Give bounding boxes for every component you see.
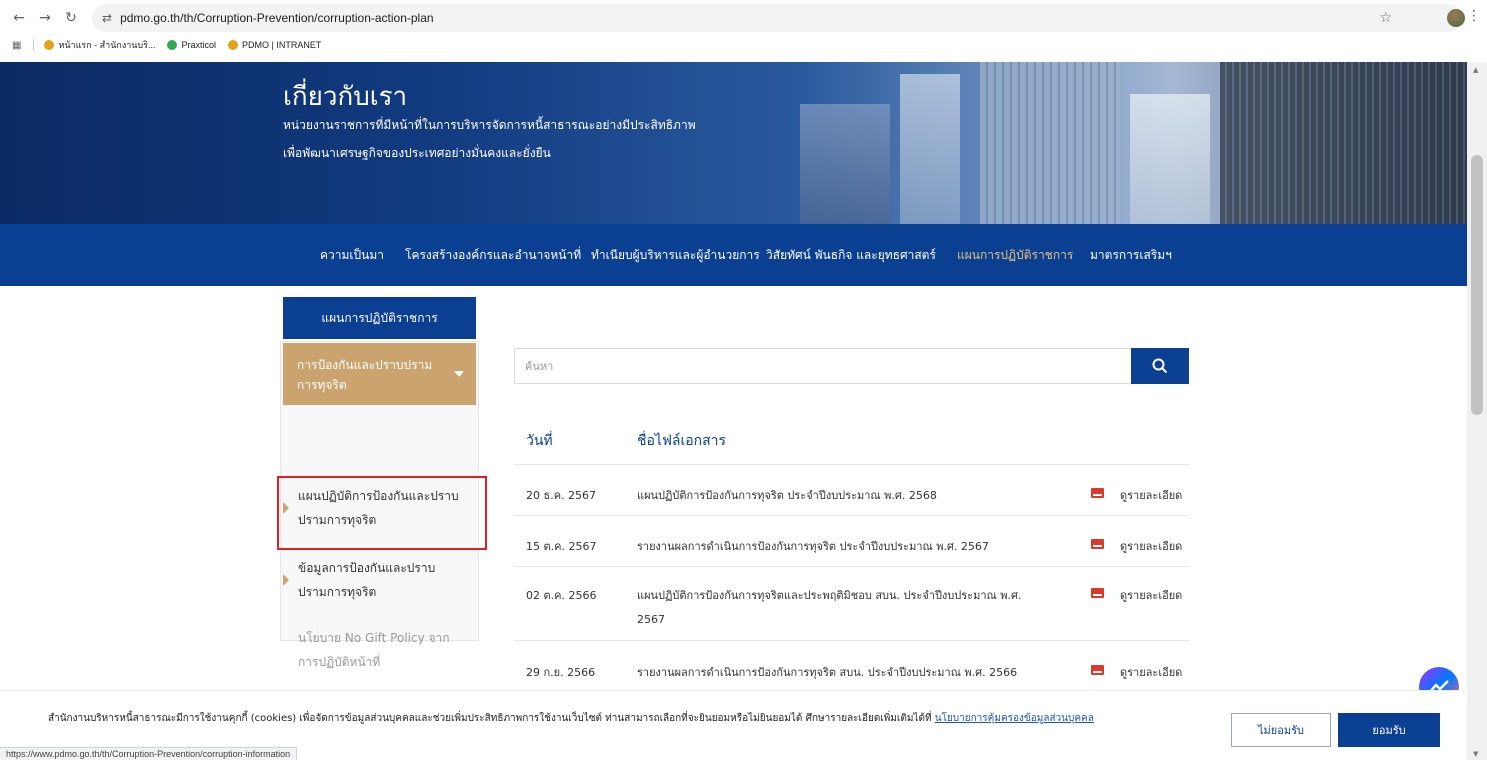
bookmark-intranet[interactable]: PDMO | INTRANET — [228, 40, 321, 50]
bookmark-favicon-icon — [167, 40, 178, 50]
accept-cookies-button[interactable]: ยอมรับ — [1338, 713, 1440, 747]
sidebar-item-label: ข้อมูลการป้องกันและปราบปรามการทุจริต — [298, 561, 436, 599]
browser-toolbar: ← → ↻ ⇄ pdmo.go.th/th/Corruption-Prevent… — [0, 0, 1487, 36]
row-title: รายงานผลการดำเนินการป้องกันการทุจริต ประ… — [637, 540, 989, 553]
profile-avatar[interactable] — [1447, 9, 1465, 27]
search-button[interactable] — [1131, 348, 1189, 384]
scrollbar-thumb[interactable] — [1471, 155, 1483, 415]
hero-building-image — [900, 74, 960, 224]
nav-item-action-plan[interactable]: แผนการปฏิบัติราชการ — [957, 246, 1073, 265]
pdf-icon — [1091, 488, 1104, 498]
top-navigation: ความเป็นมา โครงสร้างองค์กรและอำนาจหน้าที… — [0, 224, 1467, 286]
pdf-icon — [1091, 665, 1104, 675]
row-date: 15 ต.ค. 2567 — [526, 540, 597, 553]
sidebar-category-label: การป้องกันและปราบปรามการทุจริต — [297, 358, 433, 392]
sidebar-item-information[interactable]: ข้อมูลการป้องกันและปราบปรามการทุจริต — [283, 556, 476, 604]
sidebar-item-label: นโยบาย No Gift Policy จากการปฏิบัติหน้าท… — [298, 631, 450, 669]
forward-icon[interactable]: → — [34, 7, 56, 29]
status-bar-url: https://www.pdmo.go.th/th/Corruption-Pre… — [0, 747, 298, 760]
column-header-filename: ชื่อไฟล์เอกสาร — [637, 433, 727, 449]
back-icon[interactable]: ← — [8, 7, 30, 29]
search-icon — [1152, 358, 1168, 374]
nav-item-structure[interactable]: โครงสร้างองค์กรและอำนาจหน้าที่ — [405, 246, 581, 265]
scroll-down-arrow-icon[interactable]: ▼ — [1473, 750, 1478, 758]
bookmarks-bar: ▦ หน้าแรก - สำนักงานบริ... Praxticol PDM… — [0, 36, 1487, 54]
bookmark-label: PDMO | INTRANET — [242, 40, 322, 50]
view-detail-link[interactable]: ดูรายละเอียด — [1120, 663, 1182, 681]
row-date: 02 ต.ค. 2566 — [526, 589, 597, 602]
browser-menu-icon[interactable]: ⋮ — [1467, 8, 1481, 24]
bookmark-favicon-icon — [228, 40, 238, 50]
url-text: pdmo.go.th/th/Corruption-Prevention/corr… — [120, 11, 434, 25]
scroll-up-arrow-icon[interactable]: ▲ — [1473, 66, 1478, 74]
search-field[interactable] — [514, 348, 1132, 384]
apps-grid-icon[interactable]: ▦ — [12, 40, 21, 51]
row-title: รายงานผลการดำเนินการป้องกันการทุจริต สบน… — [637, 666, 1018, 679]
hero-building-image — [1220, 62, 1467, 224]
column-header-date: วันที่ — [526, 433, 553, 449]
search-input[interactable] — [515, 349, 1131, 383]
sidebar-category[interactable]: การป้องกันและปราบปรามการทุจริต — [283, 343, 476, 405]
table-divider — [514, 464, 1189, 465]
hero-subtitle: เพื่อพัฒนาเศรษฐกิจของประเทศอย่างมั่นคงแล… — [283, 146, 551, 160]
sidebar-item-no-gift-policy[interactable]: นโยบาย No Gift Policy จากการปฏิบัติหน้าท… — [283, 626, 476, 674]
page-viewport: เกี่ยวกับเรา หน่วยงานราชการที่มีหน้าที่ใ… — [0, 62, 1467, 760]
table-divider — [514, 566, 1189, 567]
bookmark-star-icon[interactable]: ☆ — [1379, 10, 1392, 26]
view-detail-link[interactable]: ดูรายละเอียด — [1120, 537, 1182, 555]
nav-item-executives[interactable]: ทำเนียบผู้บริหารและผู้อำนวยการ — [591, 246, 760, 265]
nav-item-vision[interactable]: วิสัยทัศน์ พันธกิจ และยุทธศาสตร์ — [766, 246, 936, 265]
highlight-box — [277, 476, 487, 550]
table-divider — [514, 515, 1189, 516]
hero-banner: เกี่ยวกับเรา หน่วยงานราชการที่มีหน้าที่ใ… — [0, 62, 1467, 224]
row-title: แผนปฏิบัติการป้องกันการทุจริต ประจำปีงบป… — [637, 489, 937, 502]
row-date: 20 ธ.ค. 2567 — [526, 489, 597, 502]
pdf-icon — [1091, 539, 1104, 549]
bookmarks-separator — [33, 39, 35, 51]
bookmark-label: Praxticol — [181, 40, 216, 50]
caret-down-icon — [454, 371, 464, 377]
cookie-text: สำนักงานบริหารหนี้สาธารณะมีการใช้งานคุกก… — [48, 711, 1094, 726]
nav-item-measures[interactable]: มาตรการเสริมฯ — [1090, 246, 1172, 265]
row-title-continued: 2567 — [637, 613, 665, 626]
row-title: แผนปฏิบัติการป้องกันการทุจริตและประพฤติม… — [637, 589, 1022, 602]
pdf-icon — [1091, 588, 1104, 598]
decline-cookies-button[interactable]: ไม่ยอมรับ — [1231, 713, 1331, 747]
bookmark-label: หน้าแรก - สำนักงานบริ... — [58, 40, 156, 50]
site-info-icon[interactable]: ⇄ — [102, 11, 112, 25]
privacy-policy-link[interactable]: นโยบายการคุ้มครองข้อมูลส่วนบุคคล — [935, 713, 1094, 724]
bookmark-praxticol[interactable]: Praxticol — [167, 40, 216, 50]
bookmark-favicon-icon — [44, 40, 55, 50]
sidebar-header: แผนการปฏิบัติราชการ — [283, 297, 476, 339]
address-bar[interactable]: ⇄ pdmo.go.th/th/Corruption-Prevention/co… — [92, 4, 1462, 32]
cookie-message: สำนักงานบริหารหนี้สาธารณะมีการใช้งานคุกก… — [48, 713, 935, 724]
bookmark-home[interactable]: หน้าแรก - สำนักงานบริ... — [44, 38, 155, 52]
table-divider — [514, 640, 1189, 641]
nav-item-history[interactable]: ความเป็นมา — [320, 246, 384, 265]
view-detail-link[interactable]: ดูรายละเอียด — [1120, 586, 1182, 604]
reload-icon[interactable]: ↻ — [60, 7, 82, 29]
hero-building-image — [1130, 94, 1210, 224]
row-date: 29 ก.ย. 2566 — [526, 666, 596, 679]
hero-title: เกี่ยวกับเรา — [283, 82, 408, 112]
hero-subtitle: หน่วยงานราชการที่มีหน้าที่ในการบริหารจัด… — [283, 118, 696, 132]
triangle-marker-icon — [283, 574, 289, 586]
hero-building-image — [980, 62, 1120, 224]
view-detail-link[interactable]: ดูรายละเอียด — [1120, 486, 1182, 504]
hero-building-image — [800, 104, 890, 224]
